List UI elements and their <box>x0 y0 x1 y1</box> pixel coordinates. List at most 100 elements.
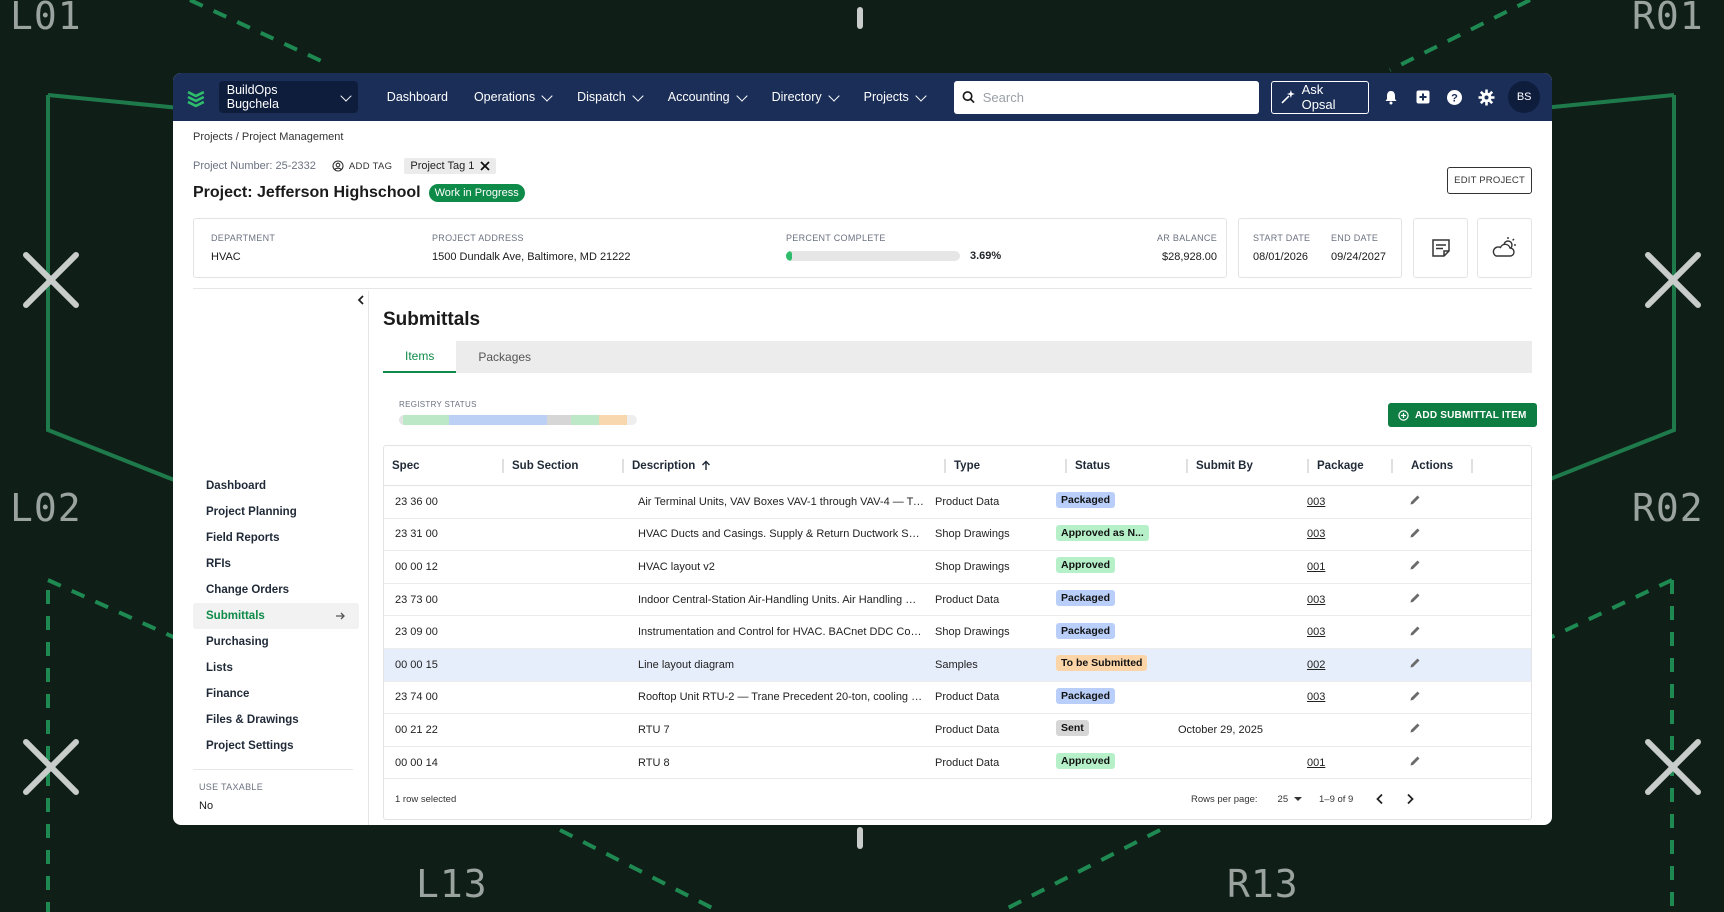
nav-dashboard[interactable]: Dashboard <box>387 90 448 104</box>
sidebar-item-field-reports[interactable]: Field Reports <box>193 525 359 551</box>
sidebar-item-change-orders[interactable]: Change Orders <box>193 577 359 603</box>
help-icon[interactable]: ? <box>1445 87 1465 107</box>
address-field: PROJECT ADDRESS 1500 Dundalk Ave, Baltim… <box>432 233 631 263</box>
package-link[interactable]: 003 <box>1307 528 1325 540</box>
cell-type-text: Shop Drawings <box>935 528 1010 541</box>
nav-label: Dashboard <box>386 90 448 104</box>
table-row[interactable]: 23 36 00 Air Terminal Units, VAV Boxes VA… <box>384 486 1531 519</box>
cell-description: RTU 7 <box>624 724 924 736</box>
nav-directory[interactable]: Directory <box>771 89 840 104</box>
edit-pencil-icon[interactable] <box>1409 494 1421 506</box>
cell-status: To be Submitted <box>1045 655 1166 674</box>
package-link[interactable]: 001 <box>1307 561 1325 573</box>
buildops-logo-icon[interactable] <box>185 86 207 108</box>
notes-button[interactable] <box>1413 218 1468 278</box>
edit-pencil-icon[interactable] <box>1409 657 1421 669</box>
column-label: Actions <box>1411 459 1454 472</box>
table-row[interactable]: 00 00 14 RTU 8 Product Data Approved 001 <box>384 747 1531 780</box>
search-input[interactable] <box>982 89 1251 105</box>
table-row[interactable]: 23 73 00 Indoor Central-Station Air-Handl… <box>384 584 1531 617</box>
column-header-type[interactable]: Type <box>946 446 1067 485</box>
company-switcher[interactable]: BuildOps Bugchela <box>218 81 358 113</box>
table-row[interactable]: 23 31 00 HVAC Ducts and Casings. Supply &… <box>384 519 1531 552</box>
column-header-status[interactable]: Status <box>1067 446 1188 485</box>
table-row[interactable]: 23 74 00 Rooftop Unit RTU-2 — Trane Prece… <box>384 682 1531 715</box>
rows-per-page-select[interactable]: 25 <box>1278 794 1303 805</box>
user-avatar[interactable]: BS <box>1508 81 1541 113</box>
table-row[interactable]: 00 00 15 Line layout diagram Samples To be … <box>384 648 1531 682</box>
nav-dispatch[interactable]: Dispatch <box>577 89 644 104</box>
tab-items[interactable]: Items <box>383 341 457 373</box>
column-header-sub-section[interactable]: Sub Section <box>504 446 624 485</box>
cell-spec: 00 00 12 <box>384 561 504 573</box>
nav-operations[interactable]: Operations <box>473 89 553 104</box>
ask-opsal-button[interactable]: Ask Opsal <box>1270 80 1370 114</box>
nav-label: Operations <box>473 90 536 104</box>
sidebar-item-lists[interactable]: Lists <box>193 655 359 681</box>
gear-icon[interactable] <box>1477 87 1497 107</box>
cell-package: 001 <box>1287 561 1371 573</box>
top-navigation-bar: BuildOps Bugchela Dashboard Operations D… <box>173 73 1552 121</box>
package-link[interactable]: 003 <box>1307 496 1325 508</box>
sidebar-item-submittals[interactable]: Submittals <box>193 603 359 629</box>
sidebar-item-purchasing[interactable]: Purchasing <box>193 629 359 655</box>
sidebar-item-rfis[interactable]: RFIs <box>193 551 359 577</box>
table-row[interactable]: 23 09 00 Instrumentation and Control for … <box>384 616 1531 649</box>
package-link[interactable]: 003 <box>1307 626 1325 638</box>
address-value: 1500 Dundalk Ave, Baltimore, MD 21222 <box>432 251 631 263</box>
sidebar-item-finance[interactable]: Finance <box>193 681 359 707</box>
project-tag-label: Project Tag 1 <box>410 160 475 172</box>
table-row[interactable]: 00 21 22 RTU 7 Product Data Sent October 29,… <box>384 714 1531 747</box>
add-tag-button[interactable]: ADD TAG <box>332 160 392 172</box>
cell-actions <box>1371 527 1451 542</box>
package-link[interactable]: 003 <box>1307 594 1325 606</box>
sidebar-item-project-settings[interactable]: Project Settings <box>193 733 359 759</box>
package-link[interactable]: 002 <box>1307 659 1325 671</box>
edit-project-button[interactable]: EDIT PROJECT <box>1447 167 1532 194</box>
edit-pencil-icon[interactable] <box>1409 559 1421 571</box>
cell-description-text: RTU 7 <box>638 723 670 736</box>
cell-package: 003 <box>1287 528 1371 540</box>
global-search[interactable] <box>953 80 1259 114</box>
nav-label: Directory <box>771 90 822 104</box>
sidebar-item-label: RFIs <box>206 558 231 570</box>
sidebar-item-label: Project Planning <box>206 506 297 518</box>
package-link[interactable]: 003 <box>1307 691 1325 703</box>
edit-pencil-icon[interactable] <box>1409 527 1421 539</box>
cell-package: 003 <box>1287 691 1371 703</box>
collapse-sidebar-icon[interactable] <box>356 293 366 308</box>
edit-pencil-icon[interactable] <box>1409 755 1421 767</box>
sidebar-item-dashboard[interactable]: Dashboard <box>193 473 359 499</box>
nav-label: Projects <box>863 90 909 104</box>
add-submittal-item-button[interactable]: ADD SUBMITTAL ITEM <box>1388 403 1537 427</box>
submittals-tabs: Items Packages <box>383 341 1532 373</box>
edit-pencil-icon[interactable] <box>1409 625 1421 637</box>
column-header-package[interactable]: Package <box>1309 446 1393 485</box>
edit-pencil-icon[interactable] <box>1409 592 1421 604</box>
cell-spec-text: 00 00 14 <box>395 756 438 769</box>
sidebar-item-files-drawings[interactable]: Files & Drawings <box>193 707 359 733</box>
column-header-description[interactable]: Description <box>624 446 946 485</box>
weather-button[interactable] <box>1477 218 1532 278</box>
chevron-down-icon <box>827 89 840 102</box>
table-header: Spec Sub Section Description Type Status… <box>384 446 1531 486</box>
next-page-icon[interactable] <box>1404 793 1416 805</box>
breadcrumb[interactable]: Projects / Project Management <box>193 131 343 143</box>
column-header-spec[interactable]: Spec <box>384 446 504 485</box>
edit-pencil-icon[interactable] <box>1409 722 1421 734</box>
nav-accounting[interactable]: Accounting <box>668 89 748 104</box>
column-separator[interactable] <box>1471 459 1473 473</box>
nav-projects[interactable]: Projects <box>863 89 927 104</box>
bell-icon[interactable] <box>1381 87 1401 107</box>
plus-square-icon[interactable] <box>1413 87 1433 107</box>
sidebar-item-project-planning[interactable]: Project Planning <box>193 499 359 525</box>
previous-page-icon[interactable] <box>1374 793 1386 805</box>
tab-packages[interactable]: Packages <box>456 341 553 373</box>
sort-ascending-icon[interactable] <box>701 460 711 471</box>
edit-pencil-icon[interactable] <box>1409 690 1421 702</box>
column-header-submit-by[interactable]: Submit By <box>1188 446 1309 485</box>
table-row[interactable]: 00 00 12 HVAC layout v2 Shop Drawings Appro… <box>384 551 1531 584</box>
package-link[interactable]: 001 <box>1307 757 1325 769</box>
close-icon[interactable] <box>480 161 491 171</box>
cell-spec: 23 36 00 <box>384 496 504 508</box>
